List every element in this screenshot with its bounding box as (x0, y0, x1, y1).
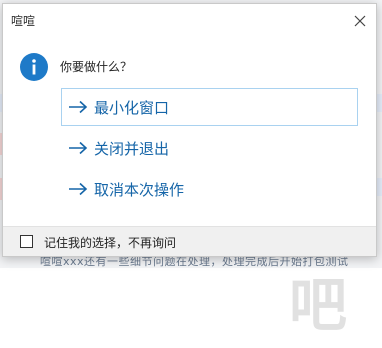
option-label: 取消本次操作 (94, 180, 185, 199)
remember-choice-checkbox[interactable] (20, 235, 33, 248)
option-close-and-exit[interactable]: 关闭并退出 (61, 129, 358, 167)
arrow-right-icon (69, 182, 88, 196)
remember-choice-label[interactable]: 记住我的选择，不再询问 (44, 234, 176, 251)
option-minimize-window[interactable]: 最小化窗口 (61, 88, 358, 126)
close-icon (354, 15, 366, 27)
dialog-footer: 记住我的选择，不再询问 (3, 226, 376, 256)
option-cancel[interactable]: 取消本次操作 (61, 170, 358, 208)
arrow-right-icon (69, 100, 88, 114)
dialog-title: 喧喧 (11, 14, 36, 28)
option-label: 最小化窗口 (94, 98, 170, 117)
title-bar[interactable]: 喧喧 (3, 4, 376, 38)
option-label: 关闭并退出 (94, 139, 170, 158)
info-icon (20, 53, 48, 81)
close-button[interactable] (348, 10, 372, 32)
prompt-text: 你要做什么？ (60, 60, 133, 74)
arrow-right-icon (69, 141, 88, 155)
exit-dialog: 喧喧 你要做什么？ 最小化窗口 关闭并退出 取消本次操作 记住我的选择，不再询问 (2, 3, 377, 257)
